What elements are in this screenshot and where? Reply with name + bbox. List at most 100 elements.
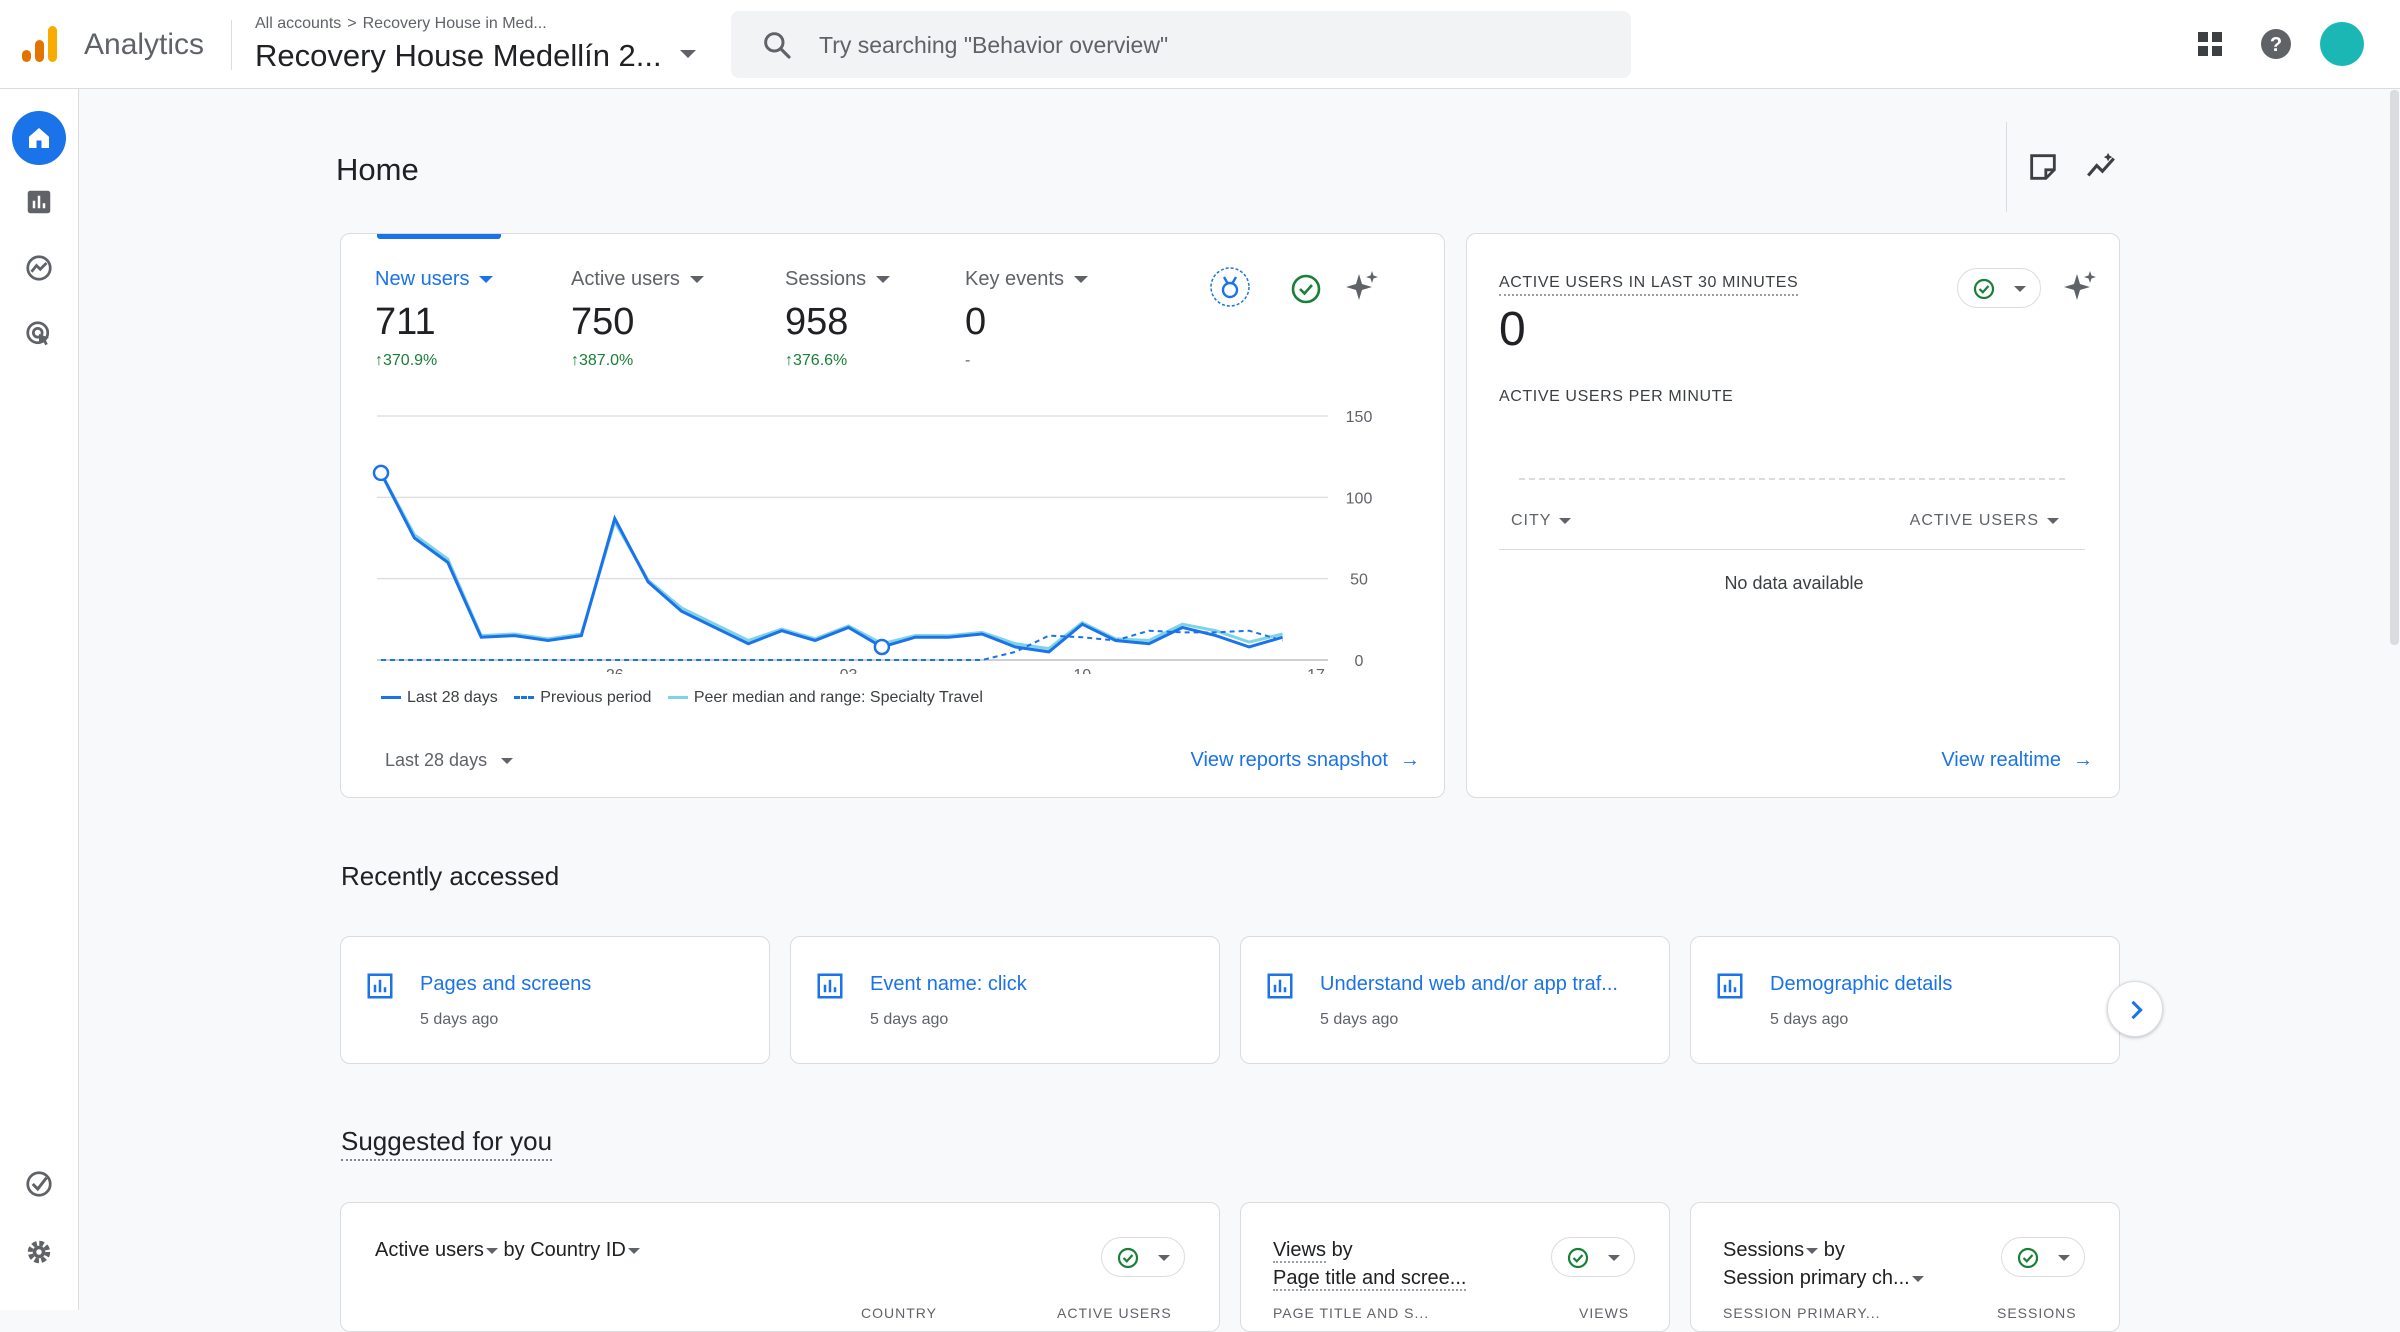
chevron-down-icon	[485, 1247, 498, 1254]
recent-card-event-click[interactable]: Event name: click 5 days ago	[790, 936, 1220, 1064]
dimension-selector[interactable]: Session primary ch...	[1723, 1267, 1910, 1289]
metric-change: 376.6%	[793, 352, 848, 369]
suggested-title[interactable]: Suggested for you	[341, 1126, 553, 1161]
dimension-selector[interactable]: Page title and scree...	[1273, 1267, 1467, 1291]
search-bar[interactable]	[731, 11, 1631, 78]
realtime-subtitle: ACTIVE USERS PER MINUTE	[1499, 388, 1734, 405]
realtime-per-minute-bars	[1519, 478, 2065, 480]
x-tick-label: 03	[840, 667, 858, 674]
view-reports-snapshot-link[interactable]: View reports snapshot →	[1190, 749, 1420, 772]
overview-line-chart[interactable]: 15010050026Apr03May1017	[341, 374, 1446, 674]
nav-advertising[interactable]	[12, 307, 66, 361]
chevron-down-icon	[627, 1247, 640, 1254]
page-tools-divider	[2006, 122, 2007, 212]
metric-sessions[interactable]: Sessions 958 ↑376.6%	[785, 268, 891, 370]
series-point-marker	[372, 464, 390, 482]
column-header-city[interactable]: CITY	[1511, 512, 1572, 530]
property-dropdown-icon[interactable]	[680, 50, 696, 58]
search-input[interactable]	[819, 25, 1599, 65]
note-icon[interactable]	[2026, 150, 2060, 184]
chevron-down-icon	[876, 276, 891, 284]
page-scrollbar[interactable]	[2390, 90, 2399, 645]
metric-new-users[interactable]: New users 711 ↑370.9%	[375, 268, 494, 370]
sparkle-insights-icon[interactable]	[1341, 266, 1383, 308]
recent-card-demographics[interactable]: Demographic details 5 days ago	[1690, 936, 2120, 1064]
metric-key-events[interactable]: Key events 0 -	[965, 268, 1088, 370]
sparkle-insights-icon[interactable]	[2059, 266, 2101, 308]
recent-card-pages-screens[interactable]: Pages and screens 5 days ago	[340, 936, 770, 1064]
nav-admin-check[interactable]	[12, 1157, 66, 1211]
check-circle-icon[interactable]	[1285, 268, 1327, 310]
suggested-card-title[interactable]: Views by	[1273, 1239, 1353, 1263]
card-status-pill[interactable]	[1101, 1237, 1185, 1277]
y-tick-label: 0	[1355, 653, 1364, 670]
realtime-value: 0	[1499, 303, 1526, 356]
recent-card-time: 5 days ago	[870, 1011, 949, 1028]
breadcrumb[interactable]: All accounts > Recovery House in Med...	[255, 15, 547, 33]
up-arrow-icon: ↑	[571, 352, 579, 369]
recent-card-web-app-traffic[interactable]: Understand web and/or app traf... 5 days…	[1240, 936, 1670, 1064]
recent-card-time: 5 days ago	[1770, 1011, 1849, 1028]
apps-grid-icon[interactable]	[2190, 24, 2230, 64]
x-tick-label: 10	[1073, 667, 1091, 674]
nav-explore[interactable]	[12, 241, 66, 295]
metric-value: 0	[965, 301, 987, 343]
home-icon	[29, 128, 49, 148]
metric-label: Sessions	[785, 268, 867, 290]
column-header: COUNTRY	[861, 1305, 937, 1321]
date-range-select[interactable]: Last 28 days	[385, 750, 514, 771]
recent-card-title: Understand web and/or app traf...	[1320, 973, 1618, 995]
chevron-down-icon	[1806, 1247, 1819, 1254]
suggested-card-dimension[interactable]: Page title and scree...	[1273, 1267, 1467, 1291]
dimension-selector[interactable]: Country ID	[530, 1239, 626, 1261]
recent-next-button[interactable]	[2107, 981, 2163, 1037]
analytics-logo-icon[interactable]	[20, 24, 60, 64]
insights-icon[interactable]	[2084, 150, 2118, 184]
by-label: by	[503, 1239, 525, 1261]
nav-home[interactable]	[12, 111, 66, 165]
series-line-peer	[379, 472, 1283, 651]
realtime-status-pill[interactable]	[1957, 268, 2041, 308]
metric-selector[interactable]: Views	[1273, 1239, 1326, 1263]
view-realtime-link[interactable]: View realtime →	[1941, 749, 2093, 772]
suggested-card-title[interactable]: Sessions by	[1723, 1239, 1845, 1262]
recent-card-title: Demographic details	[1770, 973, 1953, 995]
metric-change: 387.0%	[579, 352, 634, 369]
avatar[interactable]	[2320, 22, 2364, 66]
date-range-label: Last 28 days	[385, 750, 488, 770]
y-tick-label: 50	[1350, 572, 1368, 589]
active-tab-indicator	[377, 234, 501, 239]
legend-label: Peer median and range: Specialty Travel	[693, 689, 983, 706]
metric-label: New users	[375, 268, 470, 290]
breadcrumb-all-accounts[interactable]: All accounts	[255, 15, 341, 32]
help-icon[interactable]: ?	[2256, 24, 2296, 64]
column-header-active-users[interactable]: ACTIVE USERS	[1910, 512, 2059, 530]
recent-card-time: 5 days ago	[1320, 1011, 1399, 1028]
y-tick-label: 100	[1346, 490, 1373, 507]
report-chart-icon	[817, 973, 843, 999]
metric-active-users[interactable]: Active users 750 ↑387.0%	[571, 268, 704, 370]
metric-selector[interactable]: Active users	[375, 1239, 484, 1261]
svg-text:?: ?	[2270, 34, 2282, 56]
app-name: Analytics	[84, 28, 205, 61]
benchmark-badge-icon[interactable]	[1209, 266, 1251, 308]
chevron-right-icon	[2131, 1000, 2143, 1020]
legend-item-previous: Previous period	[514, 689, 651, 707]
breadcrumb-account[interactable]: Recovery House in Med...	[363, 15, 547, 32]
suggested-card-title[interactable]: Active users by Country ID	[375, 1239, 640, 1262]
property-selector[interactable]: Recovery House Medellín 2...	[255, 38, 662, 74]
metric-label: Active users	[571, 268, 680, 290]
metric-selector[interactable]: Sessions	[1723, 1239, 1804, 1261]
nav-reports[interactable]	[12, 175, 66, 229]
recent-card-time: 5 days ago	[420, 1011, 499, 1028]
chevron-down-icon	[1559, 517, 1572, 524]
card-status-pill[interactable]	[2001, 1237, 2085, 1277]
realtime-title[interactable]: ACTIVE USERS IN LAST 30 MINUTES	[1499, 274, 1799, 296]
column-header: ACTIVE USERS	[1057, 1305, 1172, 1321]
legend-item-current: Last 28 days	[381, 689, 498, 707]
suggested-card-dimension[interactable]: Session primary ch...	[1723, 1267, 1924, 1290]
chevron-down-icon	[2047, 517, 2059, 524]
card-status-pill[interactable]	[1551, 1237, 1635, 1277]
nav-admin[interactable]	[12, 1225, 66, 1279]
column-label: CITY	[1511, 512, 1552, 529]
